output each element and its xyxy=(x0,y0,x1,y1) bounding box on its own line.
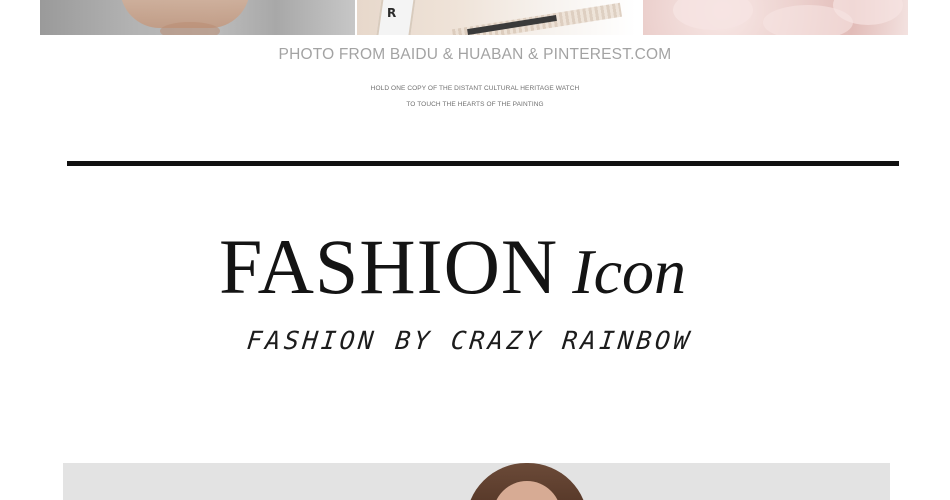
section-divider xyxy=(67,161,899,166)
photo-strap-detail: R xyxy=(357,0,636,35)
tagline: FASHION BY CRAZY RAINBOW xyxy=(245,326,694,355)
ruffle-shape xyxy=(673,0,753,30)
bottom-model-photo xyxy=(63,463,890,500)
skin-shadow xyxy=(160,22,220,35)
credit-subline-1: HOLD ONE COPY OF THE DISTANT CULTURAL HE… xyxy=(370,85,580,92)
top-photo-strip: R xyxy=(40,0,908,35)
photo-credit: PHOTO FROM BAIDU & HUABAN & PINTEREST.CO… xyxy=(278,46,672,63)
credit-subline-2: TO TOUCH THE HEARTS OF THE PAINTING xyxy=(406,101,544,108)
heading-script: Icon xyxy=(572,236,686,307)
fashion-icon-heading: FASHION Icon xyxy=(219,222,686,310)
photo-pink-ruffle xyxy=(643,0,908,35)
heading-word: FASHION xyxy=(219,223,559,310)
strap-lettering: R xyxy=(387,6,397,20)
photo-skin-closeup xyxy=(40,0,355,35)
